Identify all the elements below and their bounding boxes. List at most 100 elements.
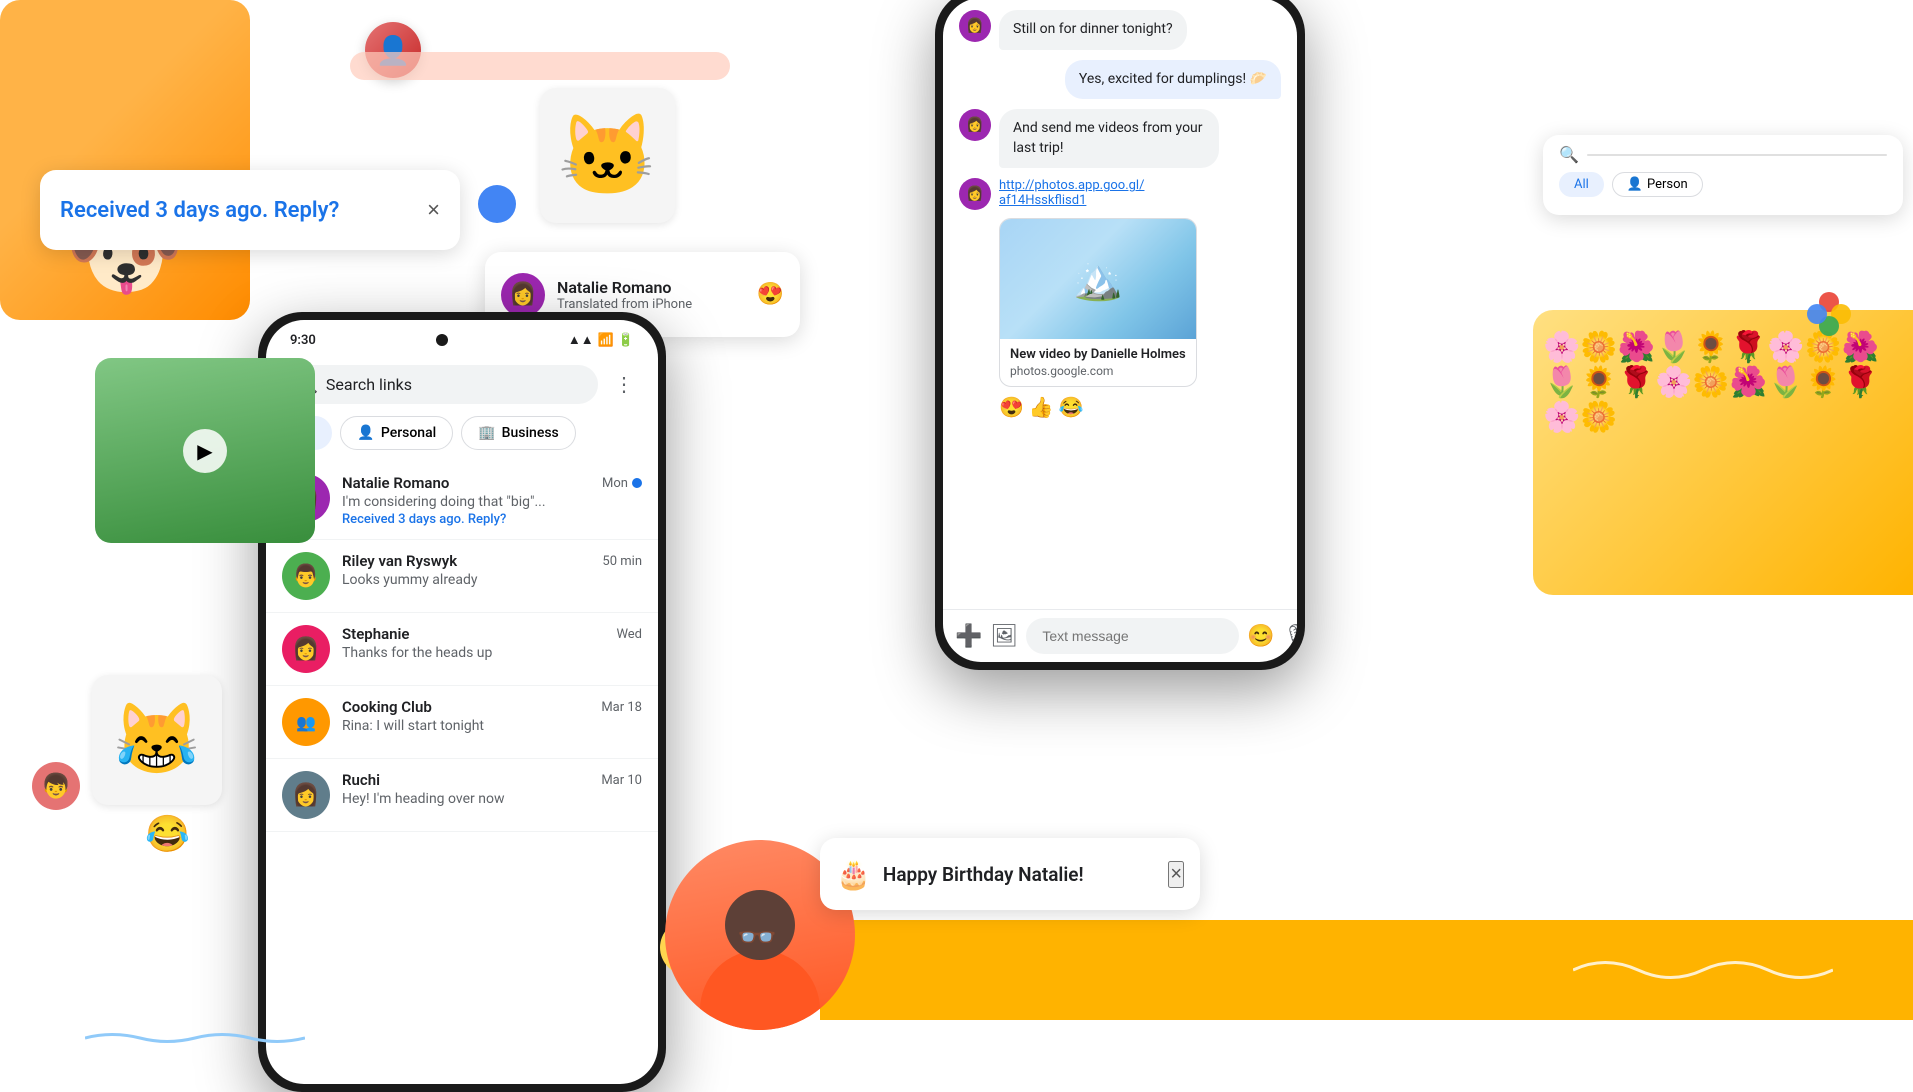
search-header: 🔍 Search links ⋮ (266, 356, 658, 416)
link-message: http://photos.app.goo.gl/af14Hsskflisd1 … (999, 178, 1197, 419)
conversation-list: 👩 Natalie Romano Mon I'm considering doi… (266, 462, 658, 1084)
chat-msg-3: 👩 And send me videos from your last trip… (959, 109, 1281, 168)
dog-illustration: 🐶 (0, 0, 250, 320)
google-photos-icon[interactable] (1803, 288, 1855, 352)
add-icon[interactable]: ➕ (955, 624, 982, 649)
convo-riley[interactable]: 👨 Riley van Ryswyk 50 min Looks yummy al… (266, 540, 658, 613)
tab-personal-label: Personal (381, 425, 436, 441)
wavy-pink-decoration (350, 40, 730, 90)
time: 9:30 (290, 333, 316, 348)
unread-dot (632, 478, 642, 488)
status-bar: 9:30 ▲▲ 📶 🔋 (266, 320, 658, 356)
wavy-white-line (1573, 950, 1833, 990)
image-icon[interactable]: 🖼 (990, 624, 1018, 649)
menu-dots-button[interactable]: ⋮ (606, 364, 642, 404)
convo-name-cooking: Cooking Club (342, 698, 432, 716)
received-close-button[interactable]: × (427, 197, 440, 223)
bubble-received-1: Still on for dinner tonight? (999, 10, 1187, 50)
chat-text-input[interactable] (1026, 618, 1239, 654)
convo-reply-natalie[interactable]: Received 3 days ago. Reply? (342, 512, 642, 527)
convo-time-natalie: Mon (602, 476, 642, 491)
phone-screen: 9:30 ▲▲ 📶 🔋 🔍 Search links ⋮ All 👤 Per (266, 320, 658, 1084)
convo-body-stephanie: Stephanie Wed Thanks for the heads up (342, 625, 642, 661)
link-card-domain: photos.google.com (1010, 364, 1186, 378)
received-reply-card: Received 3 days ago. Reply? × (40, 170, 460, 250)
convo-name-stephanie: Stephanie (342, 625, 409, 643)
natalie-info: Natalie Romano Translated from iPhone (557, 278, 745, 312)
convo-avatar-ruchi: 👩 (282, 771, 330, 819)
convo-body-cooking: Cooking Club Mar 18 Rina: I will start t… (342, 698, 642, 734)
birthday-notification: 🎂 Happy Birthday Natalie! × (820, 838, 1200, 910)
convo-top-natalie: Natalie Romano Mon (342, 474, 642, 492)
convo-top-ruchi: Ruchi Mar 10 (342, 771, 642, 789)
emoji-icon[interactable]: 😊 (1247, 624, 1274, 649)
link-card-body: New video by Danielle Holmes photos.goog… (1000, 339, 1196, 386)
small-boy-avatar: 👦 (32, 762, 80, 810)
chat-avatar-4: 👩 (959, 178, 991, 210)
convo-stephanie[interactable]: 👩 Stephanie Wed Thanks for the heads up (266, 613, 658, 686)
convo-cooking-club[interactable]: 👥 Cooking Club Mar 18 Rina: I will start… (266, 686, 658, 759)
chat-bubble-area: 👩 Still on for dinner tonight? Yes, exci… (943, 0, 1297, 609)
natalie-subtitle: Translated from iPhone (557, 297, 745, 312)
flowers-content: 🌸🌼🌺🌷🌻🌹🌸🌼🌺🌷🌻🌹🌸🌼🌺🌷🌻🌹🌸🌼 (1533, 320, 1913, 445)
search-ui-card: 🔍 All 👤 Person (1543, 135, 1903, 215)
convo-name-ruchi: Ruchi (342, 771, 380, 789)
link-url[interactable]: http://photos.app.goo.gl/af14Hsskflisd1 (999, 178, 1197, 208)
convo-time-cooking: Mar 18 (601, 700, 642, 715)
person-head: 👓 (725, 890, 795, 960)
search-bar[interactable]: 🔍 Search links (282, 365, 598, 404)
convo-top-riley: Riley van Ryswyk 50 min (342, 552, 642, 570)
bubble-received-2: And send me videos from your last trip! (999, 109, 1219, 168)
convo-avatar-stephanie: 👩 (282, 625, 330, 673)
link-card-image: 🏔️ (1000, 219, 1196, 339)
flowers-illustration: 🌸🌼🌺🌷🌻🌹🌸🌼🌺🌷🌻🌹🌸🌼🌺🌷🌻🌹🌸🌼 (1533, 310, 1913, 595)
convo-msg-stephanie: Thanks for the heads up (342, 645, 642, 661)
person-tab-icon: 👤 (1627, 177, 1643, 192)
chat-msg-1: 👩 Still on for dinner tonight? (959, 10, 1281, 50)
phone-messages: 9:30 ▲▲ 📶 🔋 🔍 Search links ⋮ All 👤 Per (258, 312, 666, 1092)
birthday-close-button[interactable]: × (1168, 861, 1184, 888)
convo-msg-natalie: I'm considering doing that "big"... (342, 494, 642, 510)
convo-time-riley: 50 min (602, 554, 642, 569)
status-icons: ▲▲ 📶 🔋 (568, 332, 634, 348)
filter-tab-business[interactable]: 🏢 Business (461, 416, 576, 450)
sui-tab-person[interactable]: 👤 Person (1612, 172, 1703, 197)
blue-dot-decoration (478, 185, 516, 223)
video-thumbnail[interactable]: ▶ (95, 358, 315, 543)
bubble-sent-1: Yes, excited for dumplings! 🥟 (1065, 60, 1281, 100)
search-ui-tabs: All 👤 Person (1559, 172, 1887, 197)
link-preview-card[interactable]: 🏔️ New video by Danielle Holmes photos.g… (999, 218, 1197, 387)
convo-ruchi[interactable]: 👩 Ruchi Mar 10 Hey! I'm heading over now (266, 759, 658, 832)
convo-natalie[interactable]: 👩 Natalie Romano Mon I'm considering doi… (266, 462, 658, 540)
convo-body-riley: Riley van Ryswyk 50 min Looks yummy alre… (342, 552, 642, 588)
wifi-icon: 📶 (598, 333, 614, 348)
business-icon: 🏢 (478, 425, 495, 441)
convo-msg-cooking: Rina: I will start tonight (342, 718, 642, 734)
convo-time-stephanie: Wed (616, 627, 642, 642)
personal-icon: 👤 (357, 425, 374, 441)
chat-input-bar: ➕ 🖼 😊 🎙 (943, 609, 1297, 662)
phone2-screen: 👩 Still on for dinner tonight? Yes, exci… (943, 0, 1297, 662)
convo-body-ruchi: Ruchi Mar 10 Hey! I'm heading over now (342, 771, 642, 807)
sui-tab-person-label: Person (1647, 177, 1688, 192)
tab-business-label: Business (502, 425, 559, 441)
heart-emoji: 😍 (757, 282, 784, 307)
google-photos-svg (1803, 288, 1855, 340)
sui-tab-all[interactable]: All (1559, 172, 1604, 197)
play-button[interactable]: ▶ (183, 429, 227, 473)
convo-avatar-riley: 👨 (282, 552, 330, 600)
camera-notch (436, 334, 448, 346)
link-card-title: New video by Danielle Holmes (1010, 347, 1186, 362)
natalie-avatar: 👩 (501, 273, 545, 317)
filter-tab-personal[interactable]: 👤 Personal (340, 416, 453, 450)
sui-tab-all-label: All (1574, 177, 1589, 192)
search-ui-top: 🔍 (1559, 145, 1887, 164)
search-line (1587, 154, 1887, 156)
convo-msg-riley: Looks yummy already (342, 572, 642, 588)
convo-avatar-cooking: 👥 (282, 698, 330, 746)
person-body (700, 950, 820, 1030)
laugh-emoji: 😂 (145, 813, 190, 855)
mic-icon[interactable]: 🎙 (1283, 624, 1297, 649)
phone-chat: 👩 Still on for dinner tonight? Yes, exci… (935, 0, 1305, 670)
search-text: Search links (326, 375, 412, 394)
